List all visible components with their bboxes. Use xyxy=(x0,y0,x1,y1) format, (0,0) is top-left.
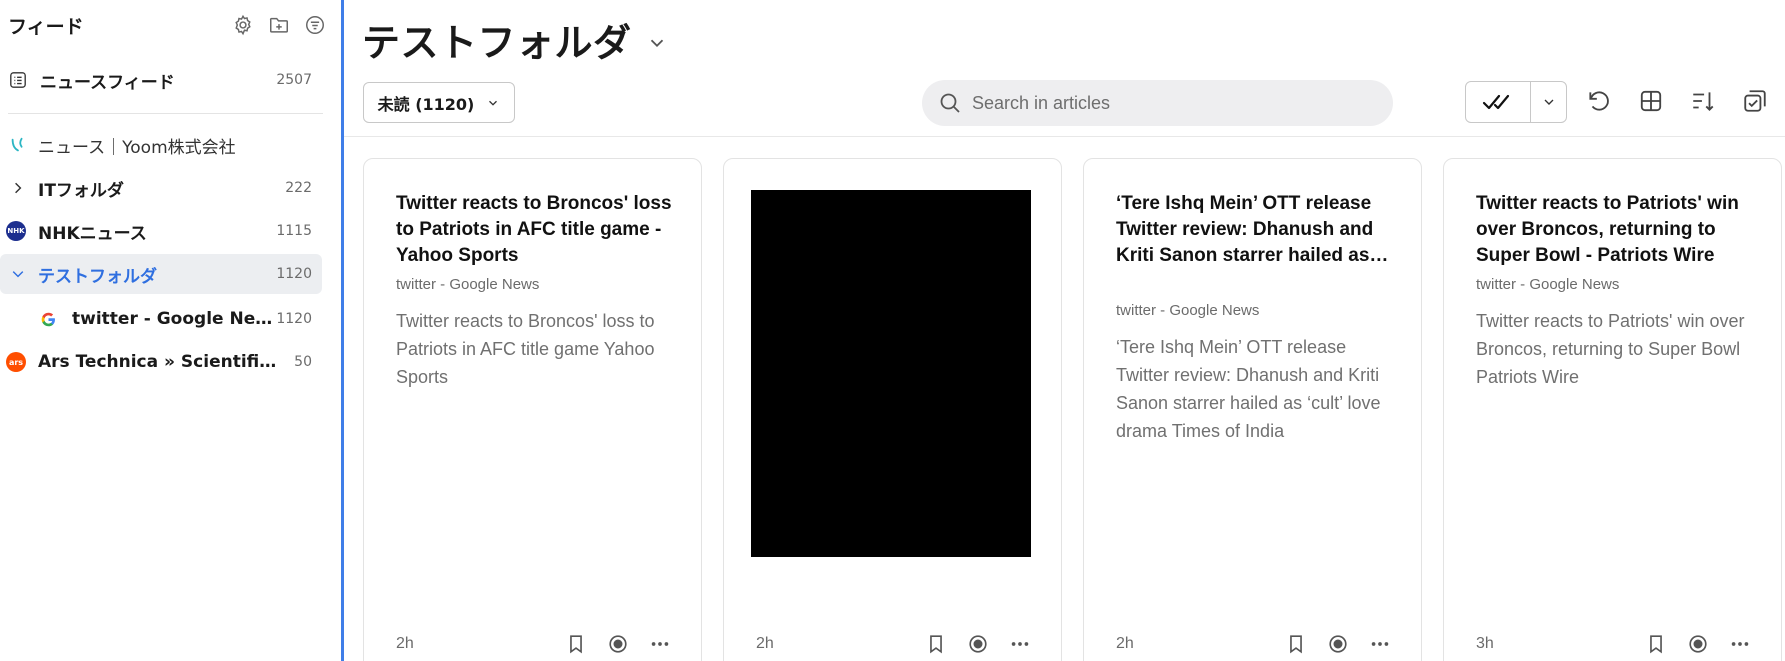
article-time: 2h xyxy=(396,635,414,652)
sidebar-item-label: ITフォルダ xyxy=(38,180,124,201)
article-footer: 2h xyxy=(396,633,671,655)
page-title: テストフォルダ xyxy=(362,21,632,65)
list-icon xyxy=(8,70,28,90)
sidebar-item-label: ニュースフィード xyxy=(40,72,175,93)
article-summary: Twitter reacts to Broncos' loss to Patri… xyxy=(396,311,655,387)
yoom-feed-icon xyxy=(8,135,28,155)
folder-title-dropdown[interactable]: テストフォルダ xyxy=(362,12,668,67)
search-icon xyxy=(940,93,960,113)
article-card[interactable]: Twitter reacts to Patriots' win over Bro… xyxy=(1443,158,1782,661)
nhk-feed-icon: NHK xyxy=(6,221,26,241)
article-title[interactable]: ‘Tere Ishq Mein’ OTT release Twitter rev… xyxy=(1116,191,1396,269)
mark-read-icon[interactable] xyxy=(967,633,989,655)
sidebar-header-actions xyxy=(232,14,326,36)
chevron-down-icon[interactable] xyxy=(8,264,28,284)
sidebar-item-test-folder[interactable]: テストフォルダ 1120 xyxy=(0,254,322,294)
article-time: 2h xyxy=(1116,635,1134,652)
article-card[interactable]: Twitter reacts to Broncos' loss to Patri… xyxy=(363,158,702,661)
bookmark-icon[interactable] xyxy=(925,633,947,655)
ars-technica-icon: ars xyxy=(6,352,26,372)
bookmark-icon[interactable] xyxy=(565,633,587,655)
article-actions xyxy=(1645,633,1751,655)
chevron-down-icon xyxy=(650,39,663,47)
more-options-icon[interactable] xyxy=(1009,633,1031,655)
mark-read-icon[interactable] xyxy=(1687,633,1709,655)
select-multiple-icon xyxy=(1744,90,1766,112)
unread-count: 222 xyxy=(285,180,312,196)
unread-count: 1120 xyxy=(276,266,312,282)
toolbar-divider xyxy=(344,136,1785,137)
sidebar-item-label: NHKニュース xyxy=(38,223,147,244)
sort-icon xyxy=(1693,92,1714,111)
article-card[interactable]: ‘Tere Ishq Mein’ OTT release Twitter rev… xyxy=(1083,158,1422,661)
sidebar-item-label: Ars Technica » Scientific Method xyxy=(38,352,294,372)
add-folder-icon[interactable] xyxy=(268,14,290,36)
bookmark-icon[interactable] xyxy=(1285,633,1307,655)
sidebar-item-label: twitter - Google News xyxy=(72,309,277,329)
chevron-right-icon[interactable] xyxy=(8,178,28,198)
unread-count: 1115 xyxy=(276,223,312,239)
double-check-icon xyxy=(1482,94,1510,110)
article-source: twitter - Google News xyxy=(1476,276,1620,293)
mark-read-icon[interactable] xyxy=(1327,633,1349,655)
sidebar-item-nhk-news[interactable]: NHK NHKニュース 1115 xyxy=(0,211,322,251)
article-source: twitter - Google News xyxy=(396,276,540,293)
article-footer: 2h xyxy=(756,633,1031,655)
sidebar-divider xyxy=(8,113,323,114)
mark-as-read-group xyxy=(1465,81,1567,123)
gear-icon[interactable] xyxy=(232,14,254,36)
sidebar-item-twitter-google-news[interactable]: twitter - Google News 1120 xyxy=(0,299,322,339)
sidebar-item-yoom-news[interactable]: ニュース｜Yoom株式会社 xyxy=(0,125,322,165)
unread-count: 1120 xyxy=(276,311,312,327)
refresh-button[interactable] xyxy=(1584,86,1614,116)
search-bar[interactable] xyxy=(922,80,1393,126)
article-title[interactable]: Twitter reacts to Patriots' win over Bro… xyxy=(1476,191,1756,269)
select-mode-button[interactable] xyxy=(1740,86,1770,116)
refresh-icon xyxy=(1589,91,1609,111)
more-options-icon[interactable] xyxy=(1369,633,1391,655)
article-source: twitter - Google News xyxy=(1116,302,1260,319)
article-actions xyxy=(1285,633,1391,655)
mark-read-options-dropdown[interactable] xyxy=(1531,82,1566,122)
mark-read-icon[interactable] xyxy=(607,633,629,655)
article-footer: 2h xyxy=(1116,633,1391,655)
chevron-down-icon xyxy=(1544,99,1553,105)
article-time: 3h xyxy=(1476,635,1494,652)
sort-button[interactable] xyxy=(1688,86,1718,116)
sidebar-item-ars-technica[interactable]: ars Ars Technica » Scientific Method 50 xyxy=(0,342,322,382)
grid-layout-icon xyxy=(1640,90,1662,112)
article-footer: 3h xyxy=(1476,633,1751,655)
sidebar-title: フィード xyxy=(8,15,84,38)
bookmark-icon[interactable] xyxy=(1645,633,1667,655)
sidebar-item-label: ニュース｜Yoom株式会社 xyxy=(38,137,236,158)
unread-filter-button[interactable]: 未読 (1120) xyxy=(363,82,515,123)
sidebar-item-label: テストフォルダ xyxy=(38,266,157,287)
article-summary: Twitter reacts to Patriots' win over Bro… xyxy=(1476,311,1745,387)
article-thumbnail[interactable] xyxy=(751,190,1031,557)
chevron-down-icon xyxy=(489,100,498,106)
unread-count: 2507 xyxy=(276,72,312,88)
sidebar-item-news-feed[interactable]: ニュースフィード 2507 xyxy=(0,60,322,100)
sidebar-header: フィード xyxy=(8,10,326,40)
search-input[interactable] xyxy=(972,92,1372,114)
article-summary: ‘Tere Ishq Mein’ OTT release Twitter rev… xyxy=(1116,337,1381,441)
more-options-icon[interactable] xyxy=(1729,633,1751,655)
main-content: テストフォルダ 未読 (1120) Twitter reacts to Bron… xyxy=(344,0,1785,661)
sidebar-item-it-folder[interactable]: ITフォルダ 222 xyxy=(0,168,322,208)
google-icon xyxy=(38,309,58,329)
article-actions xyxy=(925,633,1031,655)
filter-label: 未読 (1120) xyxy=(377,94,475,114)
article-time: 2h xyxy=(756,635,774,652)
layout-button[interactable] xyxy=(1636,86,1666,116)
sidebar: フィード ニュースフィード 2507 ニュース｜Yoom株式会社 ITフォルダ … xyxy=(0,0,341,661)
article-actions xyxy=(565,633,671,655)
article-grid: Twitter reacts to Broncos' loss to Patri… xyxy=(363,158,1785,661)
unread-count: 50 xyxy=(294,354,312,370)
more-options-icon[interactable] xyxy=(649,633,671,655)
article-card[interactable]: 2h xyxy=(723,158,1062,661)
article-title[interactable]: Twitter reacts to Broncos' loss to Patri… xyxy=(396,191,676,269)
mark-all-read-button[interactable] xyxy=(1466,82,1531,122)
filter-icon[interactable] xyxy=(304,14,326,36)
